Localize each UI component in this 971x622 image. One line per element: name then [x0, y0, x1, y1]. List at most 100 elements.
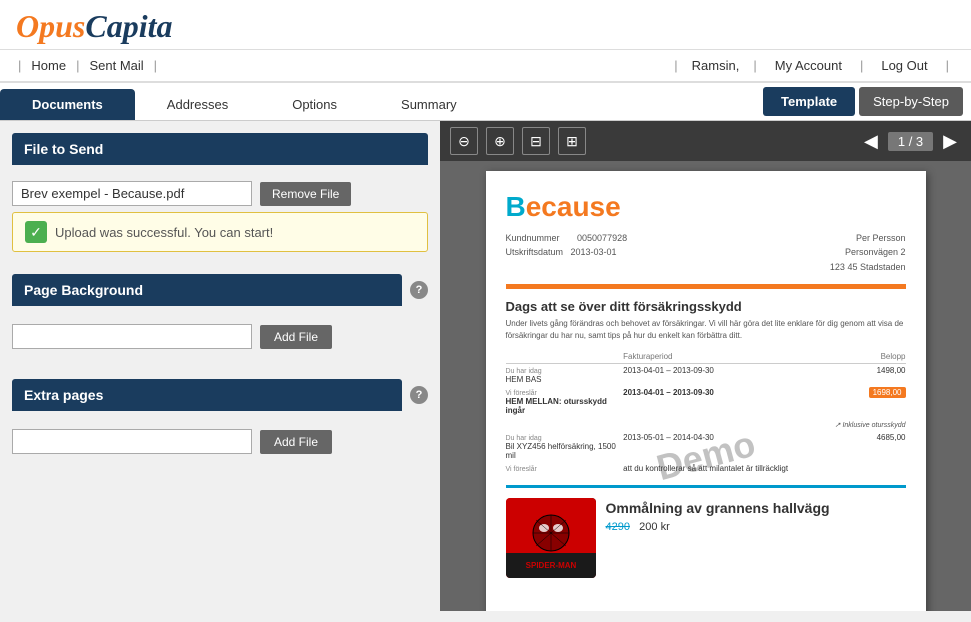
nav-sep-2: | — [76, 58, 79, 73]
nav-sep-5: | — [749, 58, 760, 73]
tabs-left: Documents Addresses Options Summary — [0, 89, 489, 120]
file-to-send-header: File to Send — [12, 133, 428, 165]
spiderman-svg: SPIDER-MAN — [506, 498, 596, 578]
file-to-send-section: File to Send Remove File ✓ Upload was su… — [12, 133, 428, 262]
nav-sep-6: | — [856, 58, 867, 73]
table-row: Vi föreslår att du kontrollerar så att m… — [506, 462, 906, 475]
nav-log-out[interactable]: Log Out — [873, 54, 935, 77]
extra-pages-add-button[interactable]: Add File — [260, 430, 332, 454]
success-message-box: ✓ Upload was successful. You can start! — [12, 212, 428, 252]
doc-meta-address: Personvägen 2 — [830, 245, 906, 259]
nav-left: | Home | Sent Mail | — [16, 54, 159, 77]
file-input-row: Remove File — [12, 181, 428, 206]
zoom-out-button[interactable]: ⊖ — [450, 127, 478, 155]
next-page-icon: ▶ — [943, 131, 957, 151]
ad-price-row: 4290 200 kr — [606, 519, 830, 536]
table-cell-amount-2: 1698,00 — [835, 386, 906, 417]
ad-title: Ommålning av grannens hallvägg — [606, 498, 830, 519]
next-page-button[interactable]: ▶ — [939, 131, 961, 152]
right-panel: ⊖ ⊕ ⊟ ⊞ ◀ 1 / 3 ▶ — [440, 121, 971, 611]
fit-page-button[interactable]: ⊞ — [558, 127, 586, 155]
doc-meta-name: Per Persson — [830, 231, 906, 245]
doc-table: Fakturaperiod Belopp Du har idag HEM BAS… — [506, 350, 906, 475]
logo-opus: Opus — [16, 8, 85, 44]
extra-pages-body: Add File — [12, 411, 428, 472]
prev-page-button[interactable]: ◀ — [860, 131, 882, 152]
fit-page-icon: ⊞ — [566, 133, 578, 150]
table-cell-label-3: Du har idag Bil XYZ456 helförsäkring, 15… — [506, 431, 624, 462]
page-background-section: Page Background ? Add File — [12, 274, 428, 367]
table-cell-amount-3: 4685,00 — [835, 431, 906, 462]
doc-meta-left: Kundnummer 0050077928 Utskriftsdatum 201… — [506, 231, 628, 274]
doc-title: Dags att se över ditt försäkringsskydd — [506, 299, 906, 314]
table-row: Vi föreslår HEM MELLAN: otursskydd ingår… — [506, 386, 906, 417]
preview-toolbar: ⊖ ⊕ ⊟ ⊞ ◀ 1 / 3 ▶ — [440, 121, 971, 161]
tab-summary[interactable]: Summary — [369, 89, 489, 120]
nav-sent-mail[interactable]: Sent Mail — [81, 54, 151, 77]
spiderman-image: SPIDER-MAN — [506, 498, 596, 578]
nav-sep-7: | — [942, 58, 953, 73]
ad-text: Ommålning av grannens hallvägg 4290 200 … — [606, 498, 830, 536]
logo: OpusCapita — [16, 8, 172, 44]
page-navigation: ◀ 1 / 3 ▶ — [860, 131, 961, 152]
nav-my-account[interactable]: My Account — [767, 54, 850, 77]
because-logo-rest: ecause — [526, 191, 621, 222]
fit-width-button[interactable]: ⊟ — [522, 127, 550, 155]
doc-meta-right: Per Persson Personvägen 2 123 45 Stadsta… — [830, 231, 906, 274]
remove-file-button[interactable]: Remove File — [260, 182, 351, 206]
highlighted-amount: 1698,00 — [869, 387, 906, 398]
nav-sep-1: | — [18, 58, 21, 73]
left-panel: File to Send Remove File ✓ Upload was su… — [0, 121, 440, 611]
doc-meta-kundnummer-value: 0050077928 — [577, 233, 627, 243]
tab-documents[interactable]: Documents — [0, 89, 135, 120]
preview-content[interactable]: Because Kundnummer 0050077928 Utskriftsd… — [440, 161, 971, 611]
extra-pages-header-row: Extra pages ? — [12, 379, 428, 411]
balloon-note: ↗ Inklusive otursskydd — [506, 421, 906, 429]
table-cell-label: Du har idag HEM BAS — [506, 364, 624, 387]
table-header-empty — [506, 350, 624, 364]
because-logo-b: B — [506, 191, 526, 222]
price-old: 4290 — [606, 521, 630, 533]
table-cell-label-2: Vi föreslår HEM MELLAN: otursskydd ingår — [506, 386, 624, 417]
prev-page-icon: ◀ — [864, 131, 878, 151]
orange-divider — [506, 284, 906, 289]
tab-addresses[interactable]: Addresses — [135, 89, 260, 120]
step-by-step-button[interactable]: Step-by-Step — [859, 87, 963, 116]
header: OpusCapita — [0, 0, 971, 50]
page-background-help-icon[interactable]: ? — [410, 281, 428, 299]
ad-title-text: Ommålning av grannens hallvägg — [606, 500, 830, 516]
doc-meta: Kundnummer 0050077928 Utskriftsdatum 201… — [506, 231, 906, 274]
success-text: Upload was successful. You can start! — [55, 225, 273, 240]
page-background-add-button[interactable]: Add File — [260, 325, 332, 349]
table-header-belopp: Belopp — [835, 350, 906, 364]
nav-bar: | Home | Sent Mail | | Ramsin, | My Acco… — [0, 50, 971, 83]
extra-pages-help-icon[interactable]: ? — [410, 386, 428, 404]
table-cell-period-3: 2013-05-01 – 2014-04-30 — [623, 431, 835, 462]
page-indicator: 1 / 3 — [888, 132, 933, 151]
nav-right: | Ramsin, | My Account | Log Out | — [668, 54, 955, 77]
page-background-add-row: Add File — [12, 324, 428, 349]
table-cell-period-1: 2013-04-01 – 2013-09-30 — [623, 364, 835, 387]
extra-pages-section: Extra pages ? Add File — [12, 379, 428, 472]
zoom-in-button[interactable]: ⊕ — [486, 127, 514, 155]
table-cell-period-2: 2013-04-01 – 2013-09-30 — [623, 386, 835, 417]
table-row: Du har idag Bil XYZ456 helförsäkring, 15… — [506, 431, 906, 462]
tabs-right: Template Step-by-Step — [755, 83, 971, 120]
table-row-note: ↗ Inklusive otursskydd — [506, 417, 906, 431]
bottom-image-row: SPIDER-MAN Ommålning av grannens hallväg… — [506, 498, 906, 578]
table-cell-desc-4: att du kontrollerar så att milantalet är… — [623, 462, 905, 475]
table-note-cell: ↗ Inklusive otursskydd — [506, 417, 906, 431]
nav-home[interactable]: Home — [23, 54, 74, 77]
zoom-out-icon: ⊖ — [458, 133, 470, 150]
template-button[interactable]: Template — [763, 87, 855, 116]
tab-options[interactable]: Options — [260, 89, 369, 120]
doc-meta-city: 123 45 Stadstaden — [830, 260, 906, 274]
tabs-bar: Documents Addresses Options Summary Temp… — [0, 83, 971, 121]
success-icon: ✓ — [25, 221, 47, 243]
file-name-input[interactable] — [12, 181, 252, 206]
page-background-header: Page Background — [12, 274, 402, 306]
page-background-input[interactable] — [12, 324, 252, 349]
extra-pages-input[interactable] — [12, 429, 252, 454]
table-cell-amount-1: 1498,00 — [835, 364, 906, 387]
doc-body-text: Under livets gång förändras och behovet … — [506, 318, 906, 342]
